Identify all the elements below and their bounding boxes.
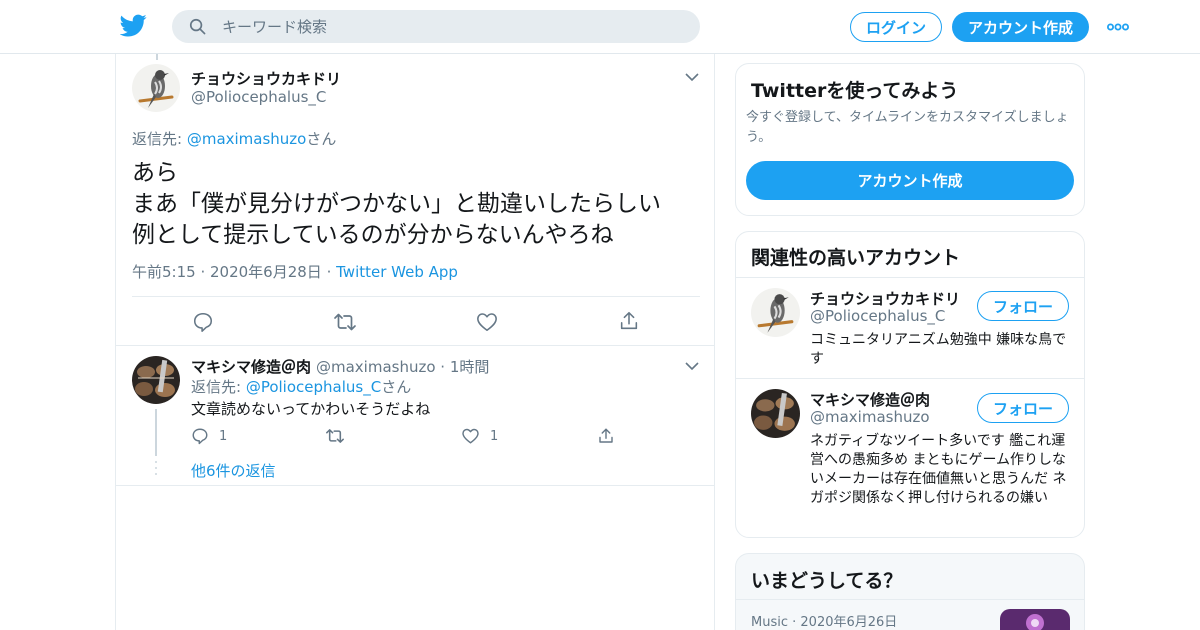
thread-connector xyxy=(156,54,158,60)
author-name[interactable]: マキシマ修造＠肉 xyxy=(191,356,311,377)
heart-icon[interactable] xyxy=(476,311,498,333)
retweet-icon[interactable] xyxy=(325,427,345,445)
signup-card: Twitterを使ってみよう 今すぐ登録して、タイムラインをカスタマイズしましょ… xyxy=(735,63,1085,216)
card-title: いまどうしてる？ xyxy=(751,570,903,592)
reply-target-link[interactable]: @Poliocephalus_C xyxy=(246,378,381,396)
reply-prefix: 返信先: xyxy=(191,378,246,396)
trend-category: Music xyxy=(751,615,788,630)
author-handle[interactable]: @Poliocephalus_C xyxy=(191,88,326,106)
bird-avatar-image xyxy=(751,288,800,337)
avatar[interactable] xyxy=(751,288,800,337)
login-button[interactable]: ログイン xyxy=(850,12,942,42)
search-input[interactable] xyxy=(222,10,682,43)
chevron-down-icon[interactable] xyxy=(685,361,699,371)
like-count: 1 xyxy=(490,429,499,444)
retweet-icon[interactable] xyxy=(333,311,357,333)
handle-text[interactable]: @maximashuzo xyxy=(316,358,436,376)
signup-card-button[interactable]: アカウント作成 xyxy=(746,161,1074,200)
card-subtitle: 今すぐ登録して、タイムラインをカスタマイズしましょう。 xyxy=(746,110,1069,145)
related-accounts-card: 関連性の高いアカウント チョウショウカキドリ @Poliocephalus_C … xyxy=(735,231,1085,538)
tweet-date[interactable]: 2020年6月28日 xyxy=(210,263,322,281)
author-handle[interactable]: @maximashuzo · 1時間 xyxy=(316,356,489,377)
reply-icon[interactable] xyxy=(191,427,209,445)
follow-button[interactable]: フォロー xyxy=(977,291,1069,321)
tweet-text: あら まあ「僕が見分けがつかない」と勘違いしたらしい 例として提示しているのが分… xyxy=(132,160,661,248)
tweet-age[interactable]: 1時間 xyxy=(450,358,490,376)
timeline-column: チョウショウカキドリ @Poliocephalus_C 返信先: @maxima… xyxy=(115,54,715,630)
more-dots-icon[interactable] xyxy=(1107,22,1129,32)
reply-target-link[interactable]: @maximashuzo xyxy=(187,130,307,148)
divider xyxy=(116,345,714,346)
heart-icon[interactable] xyxy=(461,427,480,445)
avatar[interactable] xyxy=(132,356,180,404)
trend-metadata[interactable]: Music · 2020年6月26日 xyxy=(751,611,897,630)
follow-button[interactable]: フォロー xyxy=(977,393,1069,423)
share-icon[interactable] xyxy=(618,310,640,332)
reply-prefix: 返信先: xyxy=(132,130,187,148)
tweet-text: 文章読めないってかわいそうだよね xyxy=(191,400,431,418)
bird-avatar-image xyxy=(132,64,180,112)
account-name[interactable]: マキシマ修造＠肉 xyxy=(810,389,930,410)
signup-button[interactable]: アカウント作成 xyxy=(952,12,1089,42)
divider xyxy=(736,277,1084,278)
account-bio: コミュニタリアニズム勉強中 嫌味な鳥です xyxy=(810,332,1067,367)
chevron-down-icon[interactable] xyxy=(685,72,699,82)
divider xyxy=(736,378,1084,379)
share-icon[interactable] xyxy=(597,427,615,445)
card-title: Twitterを使ってみよう xyxy=(751,80,959,102)
thread-connector xyxy=(155,409,157,456)
twitter-bird-icon[interactable] xyxy=(120,12,147,39)
author-name[interactable]: チョウショウカキドリ xyxy=(191,68,341,89)
reply-suffix: さん xyxy=(306,130,337,148)
search-box[interactable] xyxy=(172,10,700,43)
divider xyxy=(132,296,700,297)
trends-card: いまどうしてる？ Music · 2020年6月26日 xyxy=(735,553,1085,630)
reply-context: 返信先: @maximashuzoさん xyxy=(132,128,336,149)
trend-image xyxy=(1000,609,1070,630)
reply-context: 返信先: @Poliocephalus_Cさん xyxy=(191,376,411,397)
account-handle[interactable]: @maximashuzo xyxy=(810,408,930,426)
tweet-time[interactable]: 午前5:15 xyxy=(132,263,196,281)
account-bio: ネガティブなツイート多いです 艦これ運営への愚痴多め まともにゲーム作りしないメ… xyxy=(810,433,1067,506)
card-title: 関連性の高いアカウント xyxy=(751,247,961,269)
thread-dots xyxy=(155,461,157,475)
tweet-source-link[interactable]: Twitter Web App xyxy=(336,263,458,281)
more-replies-link[interactable]: 他6件の返信 xyxy=(191,460,276,481)
account-name[interactable]: チョウショウカキドリ xyxy=(810,288,960,309)
account-handle[interactable]: @Poliocephalus_C xyxy=(810,307,945,325)
top-bar: ログイン アカウント作成 xyxy=(0,0,1200,54)
divider xyxy=(736,599,1084,600)
food-avatar-image xyxy=(132,356,180,404)
reply-count: 1 xyxy=(219,429,228,444)
trend-date: 2020年6月26日 xyxy=(800,615,898,630)
food-avatar-image xyxy=(751,389,800,438)
tweet-metadata: 午前5:15 · 2020年6月28日 · Twitter Web App xyxy=(132,263,458,281)
avatar[interactable] xyxy=(751,389,800,438)
reply-suffix: さん xyxy=(381,378,412,396)
trend-thumbnail[interactable] xyxy=(1000,609,1070,630)
avatar[interactable] xyxy=(132,64,180,112)
divider xyxy=(116,485,714,486)
reply-icon[interactable] xyxy=(192,311,214,333)
search-icon xyxy=(189,18,206,35)
